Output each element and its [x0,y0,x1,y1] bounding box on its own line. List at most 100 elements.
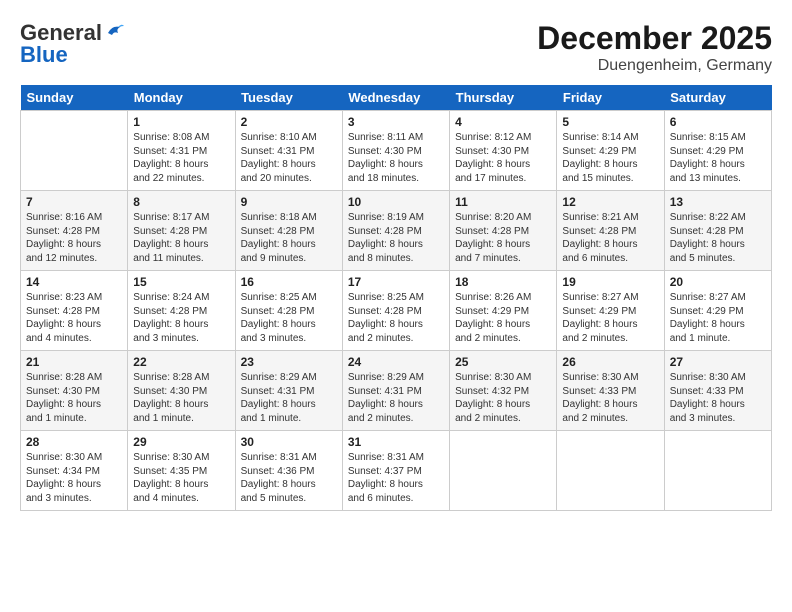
calendar-cell: 4Sunrise: 8:12 AM Sunset: 4:30 PM Daylig… [450,111,557,191]
weekday-header-saturday: Saturday [664,85,771,111]
day-info: Sunrise: 8:12 AM Sunset: 4:30 PM Dayligh… [455,131,551,185]
weekday-header-friday: Friday [557,85,664,111]
month-title: December 2025 [537,20,772,57]
day-info: Sunrise: 8:10 AM Sunset: 4:31 PM Dayligh… [241,131,337,185]
weekday-header-monday: Monday [128,85,235,111]
day-info: Sunrise: 8:19 AM Sunset: 4:28 PM Dayligh… [348,211,444,265]
day-number: 6 [670,115,766,129]
calendar-cell: 2 Sunrise: 8:10 AM Sunset: 4:31 PM Daylig… [235,111,342,191]
calendar-cell: 10 Sunrise: 8:19 AM Sunset: 4:28 PM Dayli… [342,191,449,271]
day-info: Sunrise: 8:24 AM Sunset: 4:28 PM Dayligh… [133,291,229,345]
day-info: Sunrise: 8:30 AM Sunset: 4:35 PM Dayligh… [133,451,229,505]
day-number: 20 [670,275,766,289]
calendar-cell: 3 Sunrise: 8:11 AM Sunset: 4:30 PM Daylig… [342,111,449,191]
day-info: Sunrise: 8:25 AM Sunset: 4:28 PM Dayligh… [241,291,337,345]
day-info: Sunrise: 8:28 AM Sunset: 4:30 PM Dayligh… [133,371,229,425]
weekday-header-row: SundayMondayTuesdayWednesdayThursdayFrid… [21,85,772,111]
weekday-header-sunday: Sunday [21,85,128,111]
day-number: 26 [562,355,658,369]
calendar-cell: 28 Sunrise: 8:30 AM Sunset: 4:34 PM Dayli… [21,431,128,511]
day-number: 10 [348,195,444,209]
day-info: Sunrise: 8:23 AM Sunset: 4:28 PM Dayligh… [26,291,122,345]
day-info: Sunrise: 8:31 AM Sunset: 4:36 PM Dayligh… [241,451,337,505]
calendar-cell: 18 Sunrise: 8:26 AM Sunset: 4:29 PM Dayli… [450,271,557,351]
day-info: Sunrise: 8:21 AM Sunset: 4:28 PM Dayligh… [562,211,658,265]
day-number: 18 [455,275,551,289]
day-info: Sunrise: 8:30 AM Sunset: 4:34 PM Dayligh… [26,451,122,505]
calendar-cell: 9 Sunrise: 8:18 AM Sunset: 4:28 PM Daylig… [235,191,342,271]
day-number: 27 [670,355,766,369]
day-info: Sunrise: 8:22 AM Sunset: 4:28 PM Dayligh… [670,211,766,265]
page-container: General Blue December 2025 Duengenheim, … [0,0,792,612]
title-block: December 2025 Duengenheim, Germany [537,20,772,75]
day-info: Sunrise: 8:29 AM Sunset: 4:31 PM Dayligh… [241,371,337,425]
day-info: Sunrise: 8:11 AM Sunset: 4:30 PM Dayligh… [348,131,444,185]
calendar-cell: 29Sunrise: 8:30 AM Sunset: 4:35 PM Dayli… [128,431,235,511]
calendar-cell: 31 Sunrise: 8:31 AM Sunset: 4:37 PM Dayli… [342,431,449,511]
day-number: 15 [133,275,229,289]
calendar-cell: 11 Sunrise: 8:20 AM Sunset: 4:28 PM Dayli… [450,191,557,271]
day-info: Sunrise: 8:20 AM Sunset: 4:28 PM Dayligh… [455,211,551,265]
day-number: 2 [241,115,337,129]
calendar-cell: 26 Sunrise: 8:30 AM Sunset: 4:33 PM Dayli… [557,351,664,431]
calendar-cell: 25Sunrise: 8:30 AM Sunset: 4:32 PM Dayli… [450,351,557,431]
day-number: 21 [26,355,122,369]
day-info: Sunrise: 8:31 AM Sunset: 4:37 PM Dayligh… [348,451,444,505]
calendar-table: SundayMondayTuesdayWednesdayThursdayFrid… [20,85,772,511]
calendar-week-row: 14 Sunrise: 8:23 AM Sunset: 4:28 PM Dayli… [21,271,772,351]
calendar-cell: 7Sunrise: 8:16 AM Sunset: 4:28 PM Daylig… [21,191,128,271]
day-number: 5 [562,115,658,129]
calendar-cell [450,431,557,511]
day-number: 13 [670,195,766,209]
calendar-cell: 21 Sunrise: 8:28 AM Sunset: 4:30 PM Dayli… [21,351,128,431]
calendar-cell: 30 Sunrise: 8:31 AM Sunset: 4:36 PM Dayli… [235,431,342,511]
calendar-cell: 14 Sunrise: 8:23 AM Sunset: 4:28 PM Dayli… [21,271,128,351]
calendar-cell: 15 Sunrise: 8:24 AM Sunset: 4:28 PM Dayli… [128,271,235,351]
calendar-cell: 24Sunrise: 8:29 AM Sunset: 4:31 PM Dayli… [342,351,449,431]
day-number: 1 [133,115,229,129]
calendar-cell [664,431,771,511]
day-number: 19 [562,275,658,289]
calendar-cell [557,431,664,511]
calendar-cell: 22 Sunrise: 8:28 AM Sunset: 4:30 PM Dayli… [128,351,235,431]
calendar-cell: 19Sunrise: 8:27 AM Sunset: 4:29 PM Dayli… [557,271,664,351]
day-number: 24 [348,355,444,369]
day-number: 30 [241,435,337,449]
day-number: 17 [348,275,444,289]
day-number: 9 [241,195,337,209]
day-info: Sunrise: 8:27 AM Sunset: 4:29 PM Dayligh… [670,291,766,345]
day-number: 28 [26,435,122,449]
calendar-week-row: 1 Sunrise: 8:08 AM Sunset: 4:31 PM Daylig… [21,111,772,191]
day-info: Sunrise: 8:25 AM Sunset: 4:28 PM Dayligh… [348,291,444,345]
day-info: Sunrise: 8:26 AM Sunset: 4:29 PM Dayligh… [455,291,551,345]
calendar-cell: 16 Sunrise: 8:25 AM Sunset: 4:28 PM Dayli… [235,271,342,351]
calendar-cell: 20 Sunrise: 8:27 AM Sunset: 4:29 PM Dayli… [664,271,771,351]
calendar-cell [21,111,128,191]
weekday-header-thursday: Thursday [450,85,557,111]
calendar-cell: 23Sunrise: 8:29 AM Sunset: 4:31 PM Dayli… [235,351,342,431]
calendar-cell: 8 Sunrise: 8:17 AM Sunset: 4:28 PM Daylig… [128,191,235,271]
day-number: 16 [241,275,337,289]
day-info: Sunrise: 8:14 AM Sunset: 4:29 PM Dayligh… [562,131,658,185]
day-number: 11 [455,195,551,209]
day-number: 8 [133,195,229,209]
calendar-week-row: 21 Sunrise: 8:28 AM Sunset: 4:30 PM Dayli… [21,351,772,431]
day-info: Sunrise: 8:30 AM Sunset: 4:32 PM Dayligh… [455,371,551,425]
day-info: Sunrise: 8:18 AM Sunset: 4:28 PM Dayligh… [241,211,337,265]
day-number: 22 [133,355,229,369]
logo-blue: Blue [20,42,68,68]
day-number: 3 [348,115,444,129]
logo: General Blue [20,20,126,68]
calendar-cell: 1 Sunrise: 8:08 AM Sunset: 4:31 PM Daylig… [128,111,235,191]
day-info: Sunrise: 8:28 AM Sunset: 4:30 PM Dayligh… [26,371,122,425]
day-info: Sunrise: 8:30 AM Sunset: 4:33 PM Dayligh… [562,371,658,425]
day-info: Sunrise: 8:08 AM Sunset: 4:31 PM Dayligh… [133,131,229,185]
day-number: 14 [26,275,122,289]
calendar-week-row: 7Sunrise: 8:16 AM Sunset: 4:28 PM Daylig… [21,191,772,271]
weekday-header-tuesday: Tuesday [235,85,342,111]
day-info: Sunrise: 8:17 AM Sunset: 4:28 PM Dayligh… [133,211,229,265]
day-info: Sunrise: 8:16 AM Sunset: 4:28 PM Dayligh… [26,211,122,265]
calendar-week-row: 28 Sunrise: 8:30 AM Sunset: 4:34 PM Dayli… [21,431,772,511]
logo-bird-icon [104,21,126,43]
day-number: 31 [348,435,444,449]
